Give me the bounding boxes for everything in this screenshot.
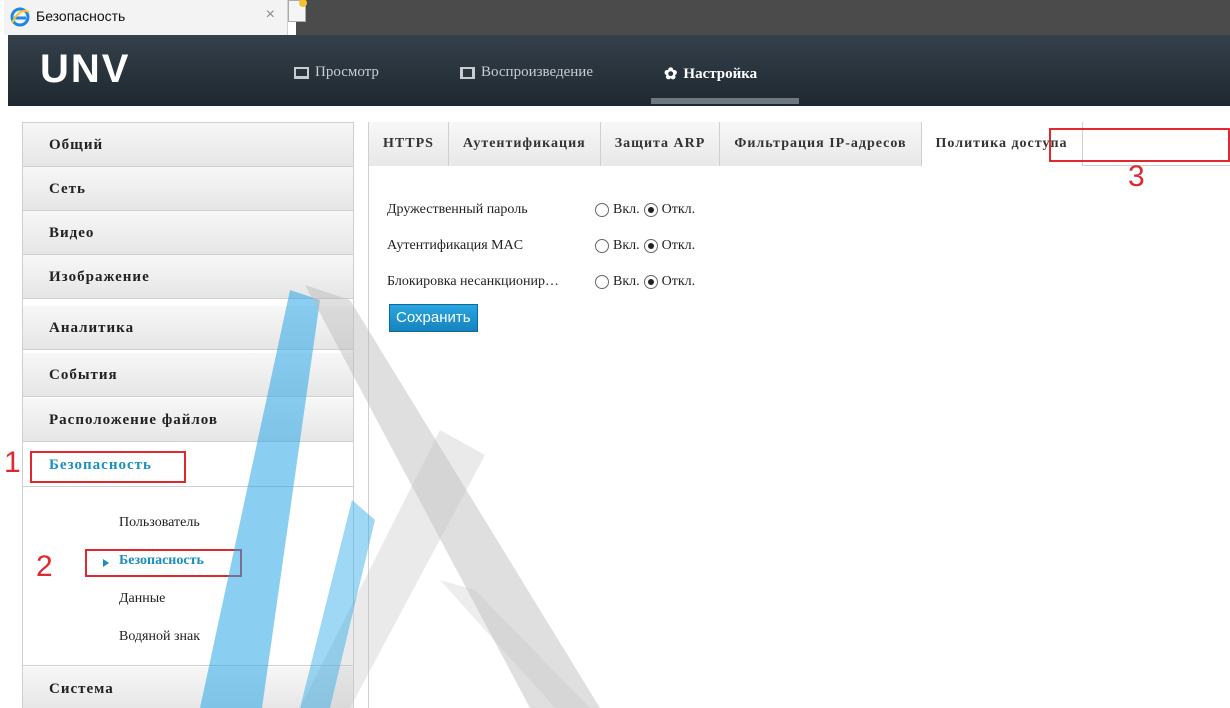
mac-auth-row: Аутентификация MAC Вкл. Откл. <box>387 238 699 254</box>
sidebar-item-system[interactable]: Система <box>23 667 353 708</box>
sidebar-item-general[interactable]: Общий <box>23 123 353 167</box>
annotation-box-security-menu <box>30 451 186 483</box>
submenu-item-user[interactable]: Пользователь <box>119 515 200 531</box>
radio-off-icon <box>595 275 609 289</box>
nav-live-view[interactable]: Просмотр <box>294 64 379 81</box>
annotation-number-1: 1 <box>4 446 21 479</box>
field-label: Аутентификация MAC <box>387 238 524 253</box>
settings-sidebar: Общий Сеть Видео Изображение Аналитика С… <box>22 122 354 708</box>
radio-label: Откл. <box>661 238 696 253</box>
new-tab-icon[interactable] <box>288 0 307 22</box>
sidebar-item-image[interactable]: Изображение <box>23 255 353 299</box>
nav-setup[interactable]: ✿ Настройка <box>664 64 757 84</box>
nav-active-indicator <box>651 98 799 104</box>
app-header: UNV Просмотр Воспроизведение ✿ Настройка <box>8 35 1230 106</box>
annotation-box-access-policy <box>1049 128 1230 162</box>
friendly-password-on[interactable]: Вкл. <box>595 202 640 218</box>
friendly-password-row: Дружественный пароль Вкл. Откл. <box>387 202 699 218</box>
film-icon <box>460 66 475 79</box>
browser-tab-title: Безопасность <box>36 8 126 24</box>
radio-off-icon <box>595 203 609 217</box>
unauthorized-block-off[interactable]: Откл. <box>643 274 696 290</box>
nav-playback[interactable]: Воспроизведение <box>460 64 593 81</box>
radio-on-icon <box>643 239 658 253</box>
unauthorized-block-on[interactable]: Вкл. <box>595 274 640 290</box>
save-button[interactable]: Сохранить <box>389 304 478 332</box>
submenu-item-data[interactable]: Данные <box>119 591 165 607</box>
radio-label: Вкл. <box>613 238 640 253</box>
field-label: Блокировка несанкционир… <box>387 274 559 289</box>
field-label: Дружественный пароль <box>387 202 528 217</box>
tabstrip-background <box>296 0 1230 35</box>
radio-on-icon <box>643 203 658 217</box>
radio-label: Вкл. <box>613 274 640 289</box>
submenu-item-watermark[interactable]: Водяной знак <box>119 629 200 645</box>
sidebar-item-storage[interactable]: Расположение файлов <box>23 398 353 442</box>
sidebar-item-network[interactable]: Сеть <box>23 167 353 211</box>
close-icon[interactable]: × <box>266 6 275 24</box>
gear-icon: ✿ <box>664 66 678 83</box>
annotation-number-3: 3 <box>1128 160 1145 193</box>
tab-ip-filter[interactable]: Фильтрация IP-адресов <box>720 122 922 166</box>
nav-label: Просмотр <box>315 64 379 80</box>
radio-off-icon <box>595 239 609 253</box>
ie-icon <box>10 7 30 27</box>
sidebar-item-events[interactable]: События <box>23 353 353 397</box>
friendly-password-off[interactable]: Откл. <box>643 202 696 218</box>
radio-label: Откл. <box>661 202 696 217</box>
sidebar-item-analytics[interactable]: Аналитика <box>23 306 353 350</box>
mac-auth-off[interactable]: Откл. <box>643 238 696 254</box>
monitor-icon <box>294 66 309 79</box>
nav-label: Настройка <box>683 65 758 82</box>
content-panel: HTTPS Аутентификация Защита ARP Фильтрац… <box>368 122 1230 708</box>
tab-arp-protection[interactable]: Защита ARP <box>600 122 721 166</box>
unauthorized-block-row: Блокировка несанкционир… Вкл. Откл. <box>387 274 699 290</box>
tab-https[interactable]: HTTPS <box>369 122 449 166</box>
browser-tab[interactable]: Безопасность × <box>4 0 288 35</box>
logo: UNV <box>40 47 131 91</box>
radio-label: Вкл. <box>613 202 640 217</box>
annotation-number-2: 2 <box>36 550 53 583</box>
nav-label: Воспроизведение <box>481 64 593 80</box>
radio-on-icon <box>643 275 658 289</box>
radio-label: Откл. <box>661 274 696 289</box>
annotation-box-security-submenu <box>85 549 242 577</box>
sidebar-item-video[interactable]: Видео <box>23 211 353 255</box>
tab-authentication[interactable]: Аутентификация <box>448 122 601 166</box>
mac-auth-on[interactable]: Вкл. <box>595 238 640 254</box>
browser-tabstrip: Безопасность × <box>0 0 1230 35</box>
